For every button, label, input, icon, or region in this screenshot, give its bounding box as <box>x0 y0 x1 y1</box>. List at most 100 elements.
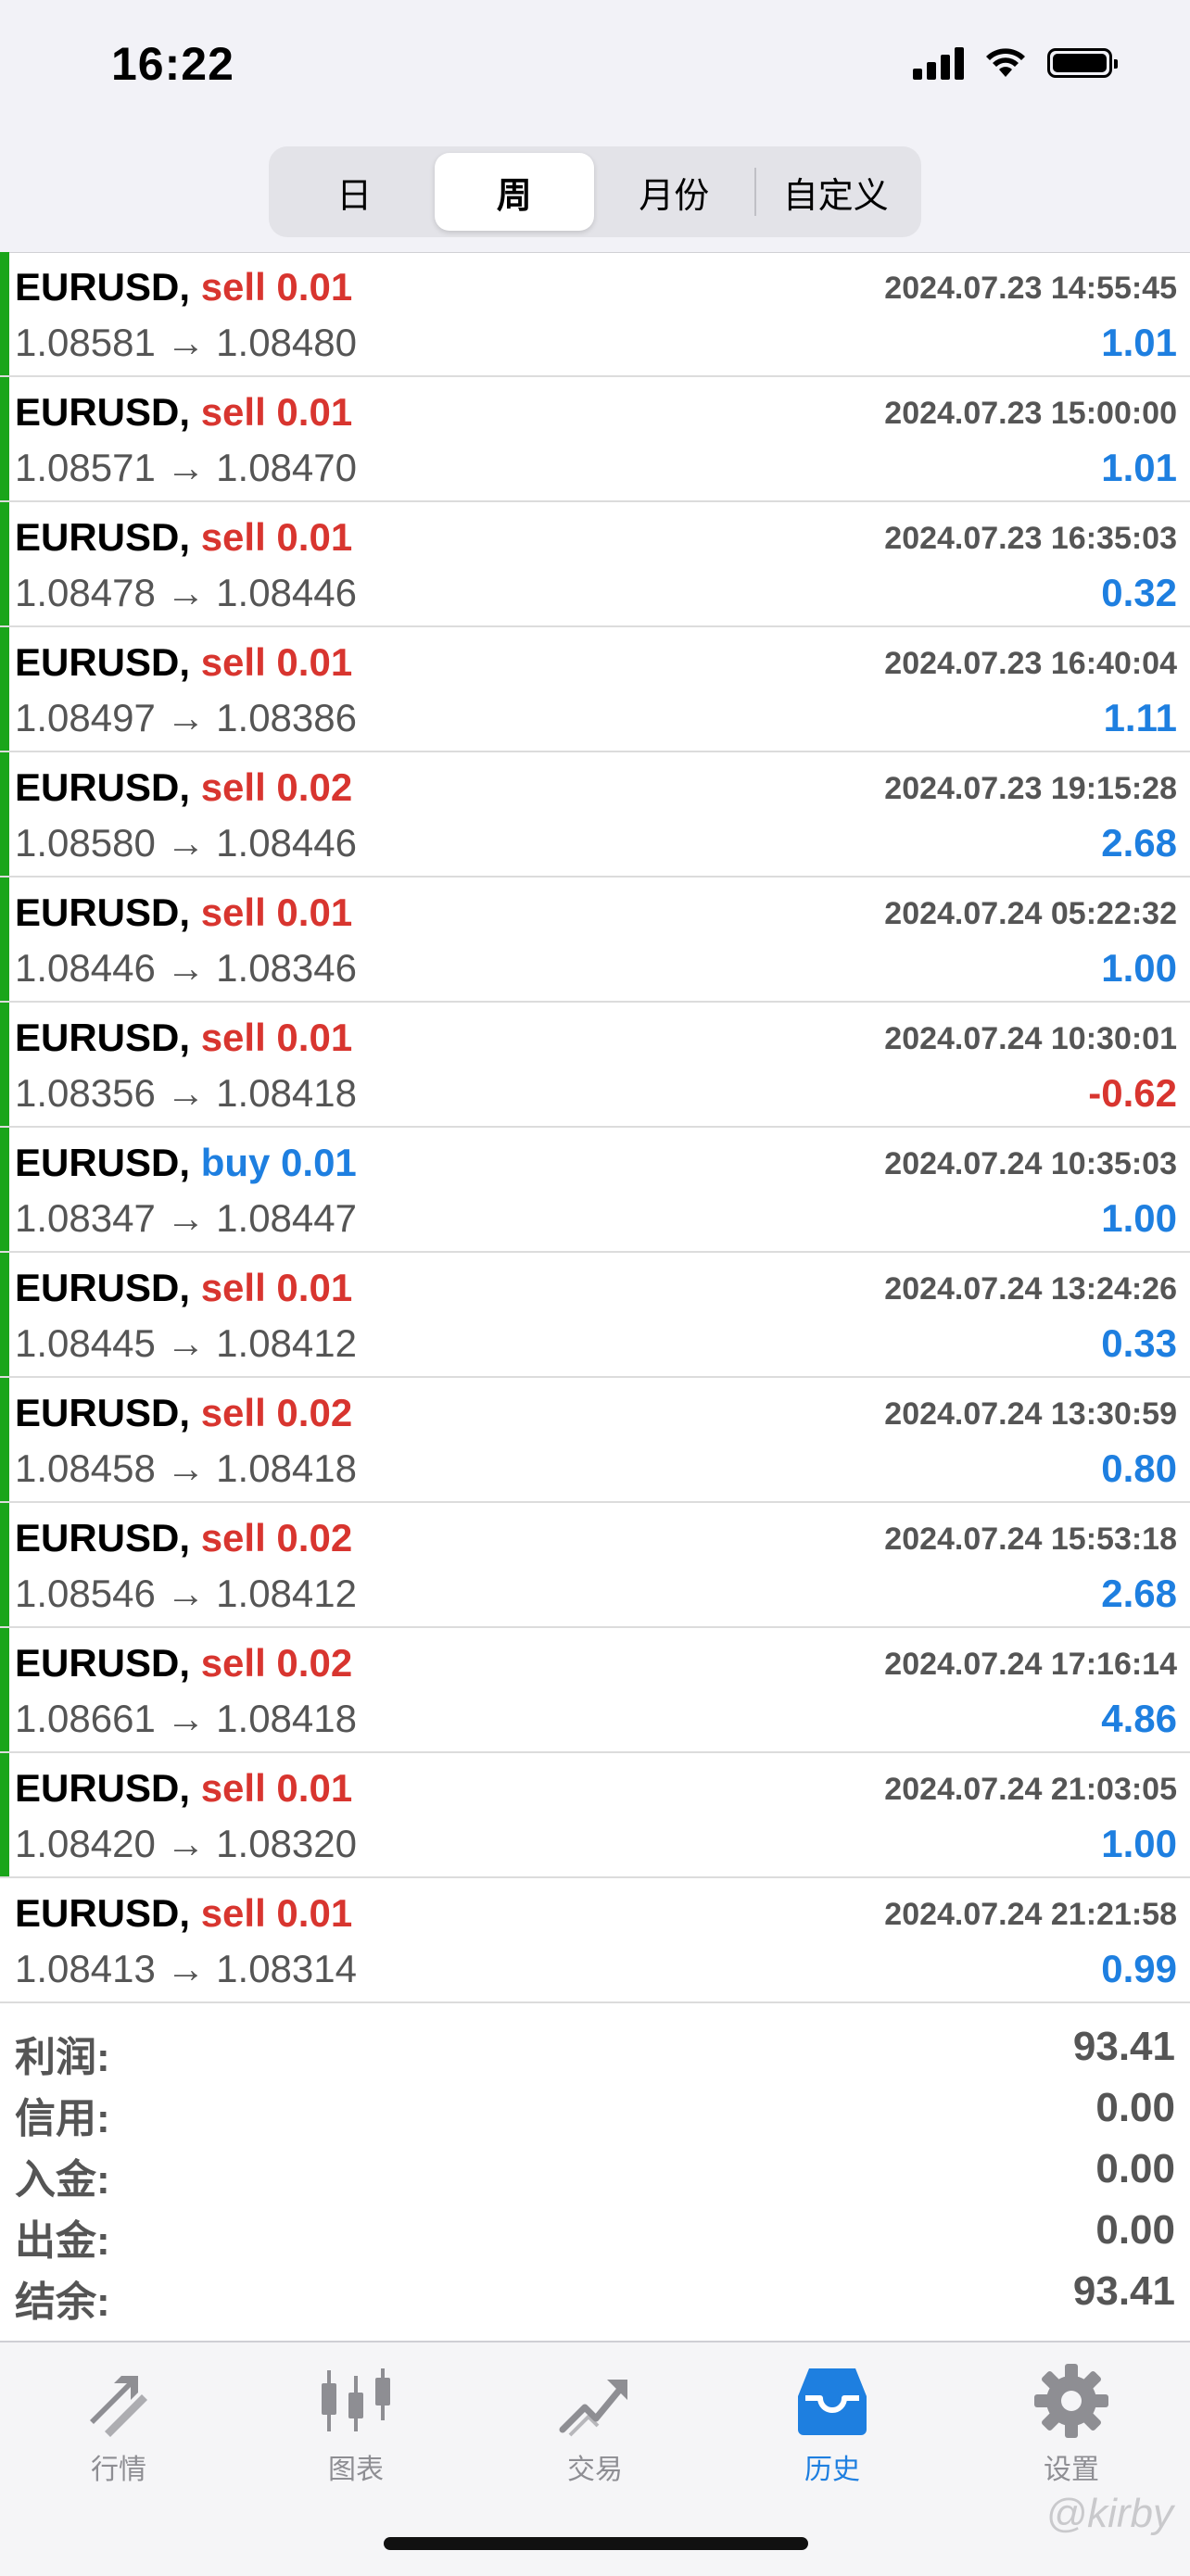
trade-symbol: EURUSD, <box>15 890 191 934</box>
trade-row-indicator <box>0 1503 9 1626</box>
arrow-right-icon: → <box>155 1822 217 1865</box>
trade-open-price: 1.08571 <box>15 446 156 489</box>
trade-symbol-line: EURUSD, sell 0.01 <box>15 515 352 560</box>
trade-side-volume: sell 0.01 <box>200 640 353 684</box>
trade-symbol: EURUSD, <box>15 1766 191 1810</box>
segment-custom[interactable]: 自定义 <box>756 153 917 231</box>
trade-datetime: 2024.07.24 13:24:26 <box>884 1271 1177 1307</box>
trade-row[interactable]: EURUSD, sell 0.02 1.08661 → 1.08418 2024.0… <box>0 1628 1190 1753</box>
trade-row-indicator <box>0 1128 9 1251</box>
trade-datetime: 2024.07.24 10:35:03 <box>884 1146 1177 1181</box>
trade-row-indicator <box>0 502 9 625</box>
quotes-arrows-icon <box>90 2376 147 2437</box>
segment-day[interactable]: 日 <box>274 153 435 231</box>
arrow-right-icon: → <box>155 1196 217 1240</box>
trade-price-line: 1.08661 → 1.08418 <box>15 1697 357 1741</box>
trade-symbol-line: EURUSD, buy 0.01 <box>15 1141 357 1185</box>
trade-profit: 1.01 <box>1101 446 1177 489</box>
trade-side-volume: sell 0.01 <box>200 390 353 434</box>
trade-symbol-line: EURUSD, sell 0.02 <box>15 1641 352 1686</box>
trade-symbol: EURUSD, <box>15 1391 191 1434</box>
trade-symbol-line: EURUSD, sell 0.01 <box>15 1016 352 1060</box>
summary-label: 入金: <box>15 2157 110 2203</box>
trade-open-price: 1.08347 <box>15 1196 156 1240</box>
trade-symbol: EURUSD, <box>15 390 191 434</box>
summary-label: 出金: <box>15 2218 110 2264</box>
tab-label: 历史 <box>804 2455 860 2485</box>
status-icons <box>913 46 1118 80</box>
trade-profit: 4.86 <box>1101 1697 1177 1740</box>
trade-datetime: 2024.07.24 10:30:01 <box>884 1021 1177 1056</box>
home-indicator[interactable] <box>384 2537 808 2550</box>
trade-profit: 1.11 <box>1103 696 1177 739</box>
trade-row[interactable]: EURUSD, sell 0.01 1.08571 → 1.08470 2024.0… <box>0 377 1190 502</box>
trade-row[interactable]: EURUSD, sell 0.01 1.08478 → 1.08446 2024.0… <box>0 502 1190 627</box>
arrow-right-icon: → <box>155 446 217 489</box>
summary-row: 出金: 0.00 <box>0 2202 1190 2264</box>
period-segmented-control: 日 周 月份 自定义 <box>269 146 921 237</box>
trade-symbol: EURUSD, <box>15 515 191 559</box>
trade-row[interactable]: EURUSD, sell 0.01 1.08497 → 1.08386 2024.0… <box>0 627 1190 752</box>
trade-symbol-line: EURUSD, sell 0.02 <box>15 1391 352 1435</box>
trade-close-price: 1.08346 <box>216 946 357 990</box>
trade-row[interactable]: EURUSD, sell 0.02 1.08546 → 1.08412 2024.0… <box>0 1503 1190 1628</box>
status-bar: 16:22 <box>0 0 1190 139</box>
trade-close-price: 1.08386 <box>216 696 357 739</box>
trade-open-price: 1.08581 <box>15 321 156 364</box>
trade-open-price: 1.08356 <box>15 1071 156 1115</box>
arrow-right-icon: → <box>155 1321 217 1365</box>
trade-row[interactable]: EURUSD, sell 0.02 1.08580 → 1.08446 2024.0… <box>0 752 1190 878</box>
trade-side-volume: sell 0.02 <box>200 1516 353 1559</box>
trade-symbol-line: EURUSD, sell 0.02 <box>15 1516 352 1560</box>
trade-row[interactable]: EURUSD, sell 0.01 1.08413 → 1.08314 2024.0… <box>0 1878 1190 2003</box>
trade-profit: -0.62 <box>1088 1071 1177 1115</box>
trade-close-price: 1.08447 <box>216 1196 357 1240</box>
wifi-icon <box>986 48 1025 77</box>
trade-side-volume: sell 0.01 <box>200 890 353 934</box>
trade-datetime: 2024.07.24 05:22:32 <box>884 896 1177 931</box>
arrow-right-icon: → <box>155 1071 217 1115</box>
summary-value: 0.00 <box>1095 2085 1175 2130</box>
trade-price-line: 1.08356 → 1.08418 <box>15 1071 357 1116</box>
trade-price-line: 1.08571 → 1.08470 <box>15 446 357 490</box>
trade-price-line: 1.08347 → 1.08447 <box>15 1196 357 1241</box>
trade-symbol-line: EURUSD, sell 0.01 <box>15 1891 352 1936</box>
cellular-signal-icon <box>913 46 964 80</box>
trade-row[interactable]: EURUSD, sell 0.01 1.08420 → 1.08320 2024.0… <box>0 1753 1190 1878</box>
trade-open-price: 1.08580 <box>15 821 156 865</box>
trade-open-price: 1.08413 <box>15 1947 156 1990</box>
trade-row[interactable]: EURUSD, sell 0.01 1.08356 → 1.08418 2024.0… <box>0 1003 1190 1128</box>
trade-row[interactable]: EURUSD, sell 0.01 1.08445 → 1.08412 2024.0… <box>0 1253 1190 1378</box>
trade-row[interactable]: EURUSD, sell 0.01 1.08446 → 1.08346 2024.0… <box>0 878 1190 1003</box>
arrow-right-icon: → <box>155 821 217 865</box>
trade-row[interactable]: EURUSD, sell 0.01 1.08581 → 1.08480 2024.0… <box>0 252 1190 377</box>
summary-value: 93.41 <box>1072 2024 1175 2069</box>
trade-row-indicator <box>0 1003 9 1126</box>
segment-month[interactable]: 月份 <box>594 153 754 231</box>
trade-row-indicator <box>0 752 9 876</box>
trade-symbol: EURUSD, <box>15 265 191 309</box>
candlestick-chart-icon <box>322 2368 390 2431</box>
tab-history[interactable]: 历史 <box>749 2359 916 2489</box>
trade-profit: 1.00 <box>1101 1822 1177 1865</box>
tab-trade[interactable]: 交易 <box>512 2359 678 2489</box>
trade-price-line: 1.08546 → 1.08412 <box>15 1572 357 1616</box>
summary-row: 入金: 0.00 <box>0 2140 1190 2203</box>
trade-open-price: 1.08458 <box>15 1446 156 1490</box>
tab-quotes[interactable]: 行情 <box>35 2359 202 2489</box>
tab-charts[interactable]: 图表 <box>272 2359 439 2489</box>
trade-side-volume: sell 0.01 <box>200 1766 353 1810</box>
trade-close-price: 1.08418 <box>216 1071 357 1115</box>
trade-row[interactable]: EURUSD, buy 0.01 1.08347 → 1.08447 2024.07… <box>0 1128 1190 1253</box>
arrow-right-icon: → <box>155 321 217 364</box>
tab-settings[interactable]: 设置 <box>988 2359 1155 2489</box>
tab-label: 设置 <box>1044 2455 1099 2485</box>
trade-price-line: 1.08458 → 1.08418 <box>15 1446 357 1491</box>
segment-week[interactable]: 周 <box>434 153 594 231</box>
trade-row[interactable]: EURUSD, sell 0.02 1.08458 → 1.08418 2024.0… <box>0 1378 1190 1503</box>
trade-row-indicator <box>0 252 9 375</box>
trade-datetime: 2024.07.23 14:55:45 <box>884 271 1177 306</box>
trade-close-price: 1.08418 <box>216 1446 357 1490</box>
trade-side-volume: sell 0.01 <box>200 1891 353 1935</box>
tab-label: 图表 <box>328 2455 384 2485</box>
